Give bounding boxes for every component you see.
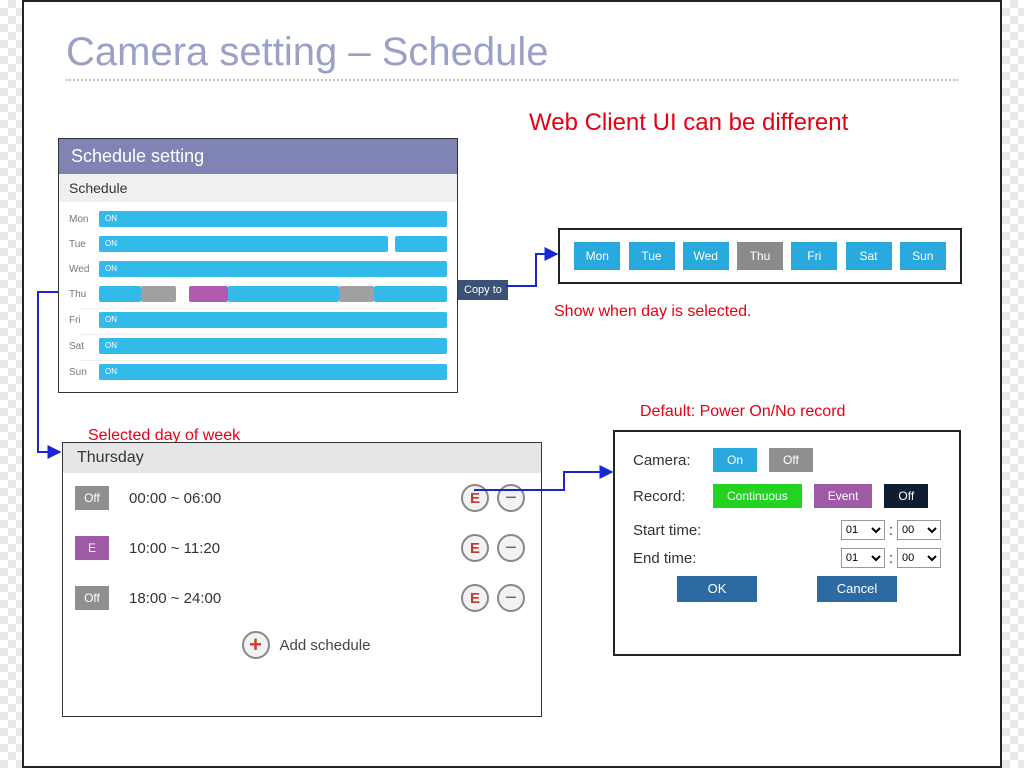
- day-label: Wed: [69, 264, 99, 275]
- slot-tag: Off: [75, 486, 109, 510]
- day-button-wed[interactable]: Wed: [683, 242, 729, 270]
- day-detail-panel: Thursday Off 00:00 ~ 06:00 E − E 10:00 ~…: [62, 442, 542, 717]
- cancel-button[interactable]: Cancel: [817, 576, 897, 602]
- day-button-thu[interactable]: Thu: [737, 242, 783, 270]
- on-badge: ON: [99, 364, 123, 380]
- day-row-tue[interactable]: Tue ON: [69, 233, 447, 255]
- slot-edit-dialog: Camera: On Off Record: Continuous Event …: [613, 430, 961, 656]
- day-button-sun[interactable]: Sun: [900, 242, 946, 270]
- record-off-button[interactable]: Off: [884, 484, 928, 508]
- day-detail-head: Thursday: [63, 443, 541, 473]
- title-divider: [66, 79, 958, 81]
- day-label: Mon: [69, 214, 99, 225]
- camera-label: Camera:: [633, 452, 713, 469]
- slot-edit-button[interactable]: E: [461, 534, 489, 562]
- schedule-slot: Off 18:00 ~ 24:00 E −: [63, 573, 541, 623]
- end-time-label: End time:: [633, 550, 723, 567]
- plus-icon: +: [242, 631, 270, 659]
- day-button-fri[interactable]: Fri: [791, 242, 837, 270]
- start-hour-select[interactable]: 01: [841, 520, 885, 540]
- record-label: Record:: [633, 488, 713, 505]
- end-min-select[interactable]: 00: [897, 548, 941, 568]
- day-row-mon[interactable]: Mon ON: [69, 208, 447, 230]
- show-when-selected-note: Show when day is selected.: [554, 302, 751, 321]
- day-button-tue[interactable]: Tue: [629, 242, 675, 270]
- day-row-thu[interactable]: Thu: [69, 283, 447, 305]
- slot-time: 10:00 ~ 11:20: [129, 540, 453, 557]
- start-min-select[interactable]: 00: [897, 520, 941, 540]
- on-badge: ON: [99, 312, 123, 328]
- on-badge: ON: [99, 261, 123, 277]
- day-row-sun[interactable]: Sun ON: [69, 361, 447, 383]
- camera-on-button[interactable]: On: [713, 448, 757, 472]
- default-note: Default: Power On/No record: [640, 402, 845, 421]
- day-label: Thu: [69, 289, 99, 300]
- ok-button[interactable]: OK: [677, 576, 757, 602]
- schedule-slot: E 10:00 ~ 11:20 E −: [63, 523, 541, 573]
- add-schedule-row[interactable]: + Add schedule: [63, 623, 541, 667]
- web-client-note: Web Client UI can be different: [529, 109, 879, 138]
- slot-edit-button[interactable]: E: [461, 584, 489, 612]
- schedule-slot: Off 00:00 ~ 06:00 E −: [63, 473, 541, 523]
- on-badge: ON: [99, 211, 123, 227]
- copy-to-button[interactable]: Copy to: [458, 280, 508, 300]
- slot-remove-button[interactable]: −: [497, 584, 525, 612]
- on-badge: ON: [99, 338, 123, 354]
- camera-off-button[interactable]: Off: [769, 448, 813, 472]
- timeline-area: Mon ON Tue ON Wed: [59, 202, 457, 392]
- slot-edit-button[interactable]: E: [461, 484, 489, 512]
- slot-remove-button[interactable]: −: [497, 534, 525, 562]
- day-label: Sat: [69, 341, 99, 352]
- day-label: Fri: [69, 315, 99, 326]
- slot-remove-button[interactable]: −: [497, 484, 525, 512]
- day-label: Sun: [69, 367, 99, 378]
- record-event-button[interactable]: Event: [814, 484, 873, 508]
- copy-to-days-bar: Mon Tue Wed Thu Fri Sat Sun: [558, 228, 962, 284]
- schedule-panel: Schedule setting Schedule Mon ON Tue: [58, 138, 458, 393]
- on-badge: ON: [99, 236, 123, 252]
- day-button-mon[interactable]: Mon: [574, 242, 620, 270]
- start-time-label: Start time:: [633, 522, 723, 539]
- add-schedule-label: Add schedule: [280, 637, 371, 654]
- record-continuous-button[interactable]: Continuous: [713, 484, 802, 508]
- slot-tag: Off: [75, 586, 109, 610]
- day-label: Tue: [69, 239, 99, 250]
- day-row-fri[interactable]: Fri ON: [69, 309, 447, 331]
- day-row-wed[interactable]: Wed ON: [69, 258, 447, 280]
- slot-time: 18:00 ~ 24:00: [129, 590, 453, 607]
- end-hour-select[interactable]: 01: [841, 548, 885, 568]
- slot-tag: E: [75, 536, 109, 560]
- schedule-panel-title: Schedule setting: [59, 139, 457, 174]
- slot-time: 00:00 ~ 06:00: [129, 490, 453, 507]
- page-title: Camera setting – Schedule: [66, 30, 958, 75]
- schedule-subtitle: Schedule: [59, 174, 457, 202]
- day-row-sat[interactable]: Sat ON: [69, 335, 447, 357]
- day-button-sat[interactable]: Sat: [846, 242, 892, 270]
